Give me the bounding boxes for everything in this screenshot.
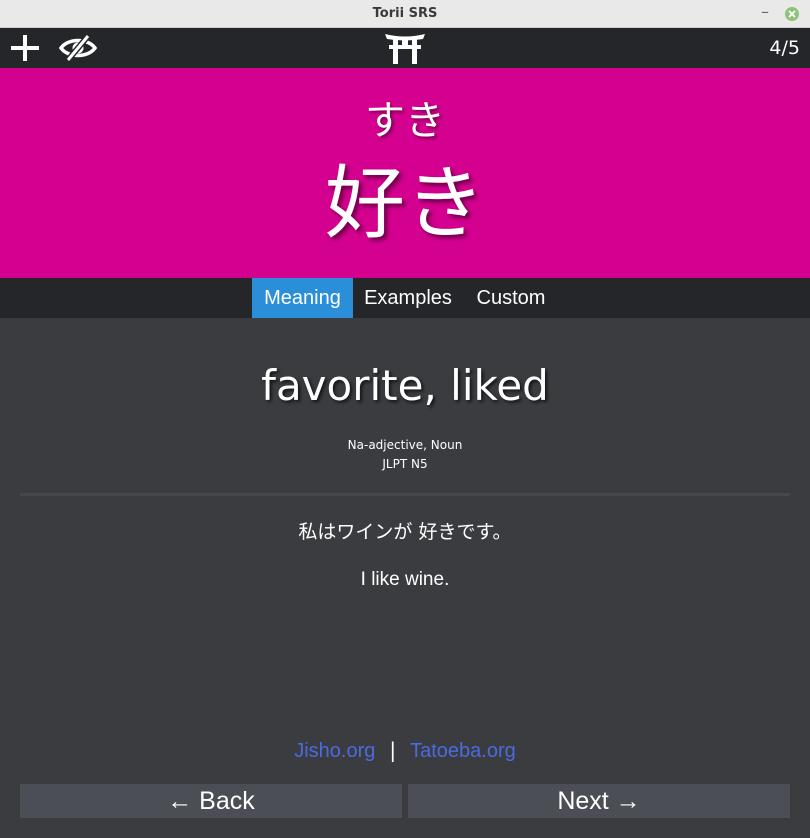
word-details: Na-adjective, Noun JLPT N5 (0, 436, 810, 474)
tab-bar: Meaning Examples Custom (0, 278, 810, 318)
card-counter: 4/5 (769, 37, 800, 59)
top-toolbar: 4/5 (0, 28, 810, 68)
external-links: Jisho.org | Tatoeba.org (0, 736, 810, 765)
window-title: Torii SRS (372, 6, 438, 21)
hide-button[interactable] (58, 32, 98, 64)
torii-gate-icon (383, 30, 427, 66)
card-header: すき 好き (0, 68, 810, 278)
close-icon (788, 10, 796, 18)
link-separator: | (389, 738, 397, 762)
back-button[interactable]: ← Back (20, 784, 402, 818)
plus-icon (11, 35, 39, 61)
divider (20, 493, 790, 496)
tab-meaning[interactable]: Meaning (252, 278, 353, 318)
tab-examples[interactable]: Examples (353, 278, 463, 318)
tab-custom[interactable]: Custom (463, 278, 559, 318)
jisho-link[interactable]: Jisho.org (294, 740, 375, 762)
eye-slash-icon (58, 34, 98, 62)
minimize-button[interactable]: – (757, 4, 773, 22)
window-titlebar: Torii SRS – (0, 0, 810, 28)
tatoeba-link[interactable]: Tatoeba.org (410, 740, 516, 762)
add-button[interactable] (8, 32, 42, 64)
part-of-speech: Na-adjective, Noun (347, 438, 463, 452)
jlpt-level: JLPT N5 (382, 457, 428, 471)
close-button[interactable] (785, 7, 799, 21)
next-button[interactable]: Next → (408, 784, 790, 818)
word-reading: すき (365, 98, 445, 144)
example-japanese: 私はワインが 好きです。 (298, 521, 512, 543)
example-english: I like wine. (360, 569, 450, 590)
meaning-text: favorite, liked (261, 361, 549, 410)
word-kanji: 好き (325, 157, 485, 250)
